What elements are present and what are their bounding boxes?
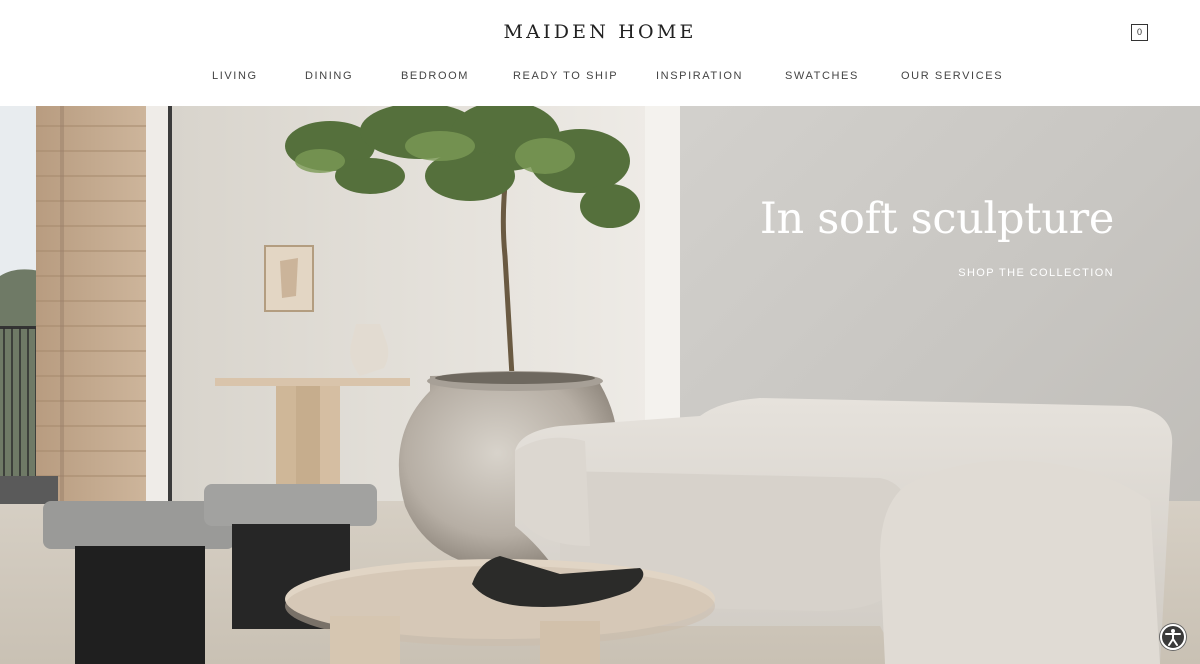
- cart-icon[interactable]: 0: [1131, 24, 1148, 41]
- site-logo[interactable]: MAIDEN HOME: [0, 21, 1200, 43]
- accessibility-icon[interactable]: [1160, 624, 1186, 650]
- nav-item-bedroom[interactable]: BEDROOM: [401, 70, 469, 82]
- nav-item-dining[interactable]: DINING: [305, 70, 353, 82]
- shop-collection-link[interactable]: SHOP THE COLLECTION: [958, 267, 1114, 279]
- nav-item-inspiration[interactable]: INSPIRATION: [656, 70, 743, 82]
- nav-item-swatches[interactable]: SWATCHES: [785, 70, 859, 82]
- hero-headline: In soft sculpture: [759, 194, 1114, 244]
- hero-banner[interactable]: In soft sculpture SHOP THE COLLECTION: [0, 106, 1200, 664]
- hero-image: [0, 106, 1200, 664]
- nav-item-ready-to-ship[interactable]: READY TO SHIP: [513, 70, 618, 82]
- nav-item-our-services[interactable]: OUR SERVICES: [901, 70, 1003, 82]
- main-nav: LIVING DINING BEDROOM READY TO SHIP INSP…: [0, 70, 1200, 86]
- accessibility-glyph: [1165, 629, 1181, 646]
- nav-item-living[interactable]: LIVING: [212, 70, 258, 82]
- site-header: MAIDEN HOME 0 LIVING DINING BEDROOM READ…: [0, 0, 1200, 106]
